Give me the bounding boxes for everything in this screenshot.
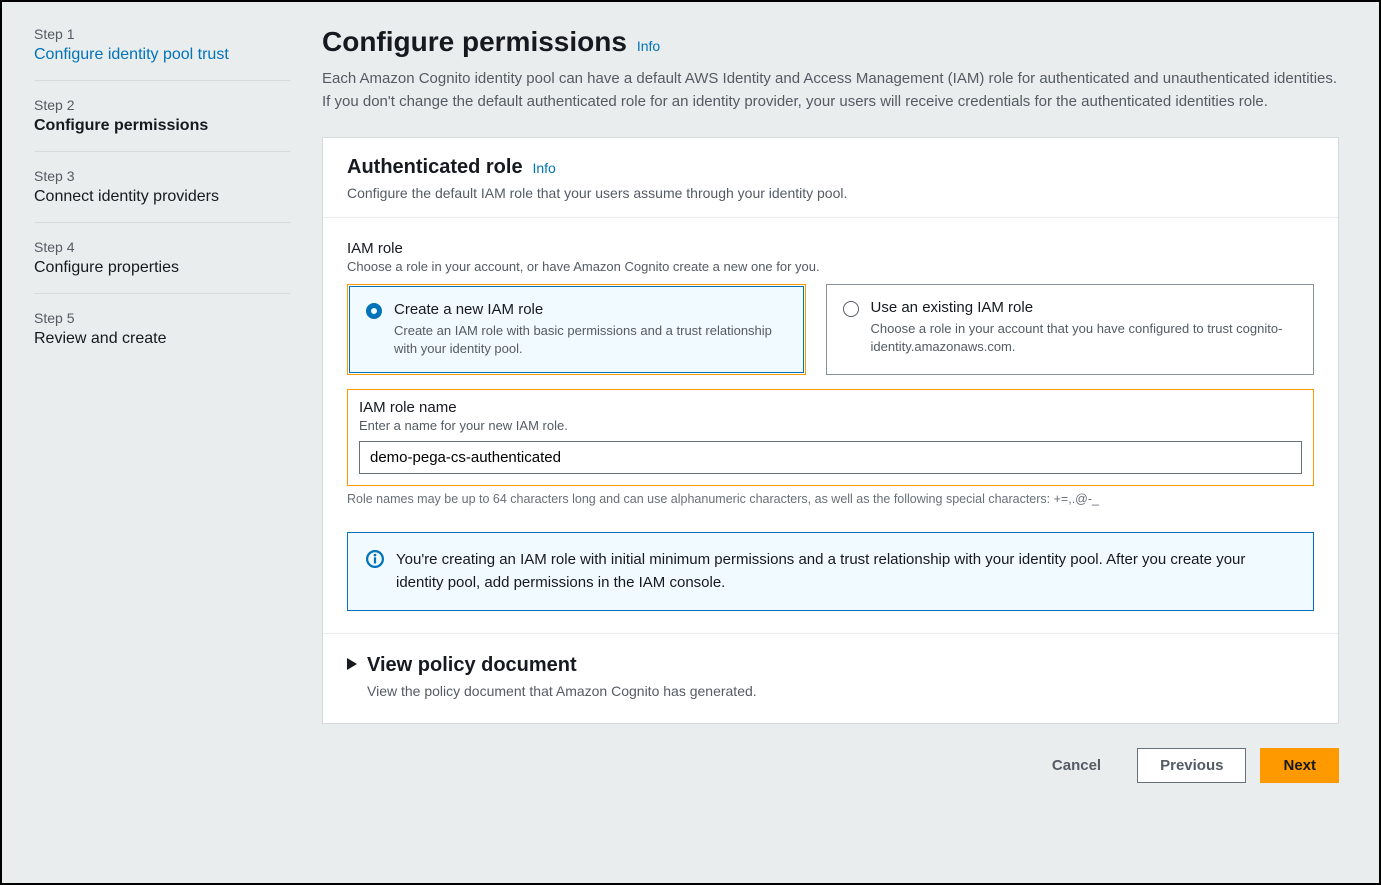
wizard-steps-nav: Step 1 Configure identity pool trust Ste… xyxy=(2,2,322,883)
step-1-title: Configure identity pool trust xyxy=(34,46,290,64)
radio-create-desc: Create an IAM role with basic permission… xyxy=(394,322,787,358)
page-description: Each Amazon Cognito identity pool can ha… xyxy=(322,68,1339,113)
role-name-highlight: IAM role name Enter a name for your new … xyxy=(347,389,1314,486)
radio-create-new-role[interactable]: Create a new IAM role Create an IAM role… xyxy=(349,286,804,373)
policy-document-toggle[interactable]: View policy document xyxy=(347,654,1314,677)
role-name-constraint: Role names may be up to 64 characters lo… xyxy=(347,492,1314,506)
step-3[interactable]: Step 3 Connect identity providers xyxy=(34,168,290,223)
role-name-input[interactable] xyxy=(359,441,1302,474)
policy-title: View policy document xyxy=(367,654,577,677)
radio-icon xyxy=(366,303,382,319)
previous-button[interactable]: Previous xyxy=(1137,748,1246,783)
role-name-label: IAM role name xyxy=(359,399,1302,416)
info-icon xyxy=(366,550,384,594)
step-5-title: Review and create xyxy=(34,330,290,348)
step-4-number: Step 4 xyxy=(34,239,290,255)
iam-role-desc: Choose a role in your account, or have A… xyxy=(347,259,1314,274)
radio-existing-title: Use an existing IAM role xyxy=(871,299,1298,316)
caret-right-icon xyxy=(347,658,357,673)
step-1-number: Step 1 xyxy=(34,26,290,42)
page-info-link[interactable]: Info xyxy=(637,38,660,54)
step-4[interactable]: Step 4 Configure properties xyxy=(34,239,290,294)
alert-text: You're creating an IAM role with initial… xyxy=(396,549,1295,594)
authenticated-role-card: Authenticated role Info Configure the de… xyxy=(322,137,1339,724)
footer-actions: Cancel Previous Next xyxy=(322,748,1339,783)
step-2[interactable]: Step 2 Configure permissions xyxy=(34,97,290,152)
policy-document-section: View policy document View the policy doc… xyxy=(323,633,1338,723)
iam-role-field: IAM role Choose a role in your account, … xyxy=(347,240,1314,375)
page-title: Configure permissions xyxy=(322,26,627,57)
main-content: Configure permissions Info Each Amazon C… xyxy=(322,2,1379,883)
step-1[interactable]: Step 1 Configure identity pool trust xyxy=(34,26,290,81)
radio-create-title: Create a new IAM role xyxy=(394,301,787,318)
create-role-highlight: Create a new IAM role Create an IAM role… xyxy=(347,284,806,375)
step-3-number: Step 3 xyxy=(34,168,290,184)
step-5-number: Step 5 xyxy=(34,310,290,326)
info-alert: You're creating an IAM role with initial… xyxy=(347,532,1314,611)
card-body: IAM role Choose a role in your account, … xyxy=(323,218,1338,633)
role-name-desc: Enter a name for your new IAM role. xyxy=(359,418,1302,433)
step-2-title: Configure permissions xyxy=(34,117,290,135)
next-button[interactable]: Next xyxy=(1260,748,1339,783)
card-description: Configure the default IAM role that your… xyxy=(347,185,1314,201)
iam-role-label: IAM role xyxy=(347,240,1314,257)
radio-icon xyxy=(843,301,859,317)
cancel-button[interactable]: Cancel xyxy=(1030,749,1123,782)
card-header: Authenticated role Info Configure the de… xyxy=(323,138,1338,218)
card-info-link[interactable]: Info xyxy=(532,160,555,176)
policy-desc: View the policy document that Amazon Cog… xyxy=(367,683,1314,699)
iam-role-name-field: IAM role name Enter a name for your new … xyxy=(349,391,1312,484)
radio-existing-desc: Choose a role in your account that you h… xyxy=(871,320,1298,356)
card-title: Authenticated role xyxy=(347,156,523,178)
step-2-number: Step 2 xyxy=(34,97,290,113)
step-3-title: Connect identity providers xyxy=(34,188,290,206)
iam-role-options: Create a new IAM role Create an IAM role… xyxy=(347,284,1314,375)
step-5[interactable]: Step 5 Review and create xyxy=(34,310,290,364)
step-4-title: Configure properties xyxy=(34,259,290,277)
radio-use-existing-role[interactable]: Use an existing IAM role Choose a role i… xyxy=(826,284,1315,375)
page-header: Configure permissions Info Each Amazon C… xyxy=(322,26,1339,113)
